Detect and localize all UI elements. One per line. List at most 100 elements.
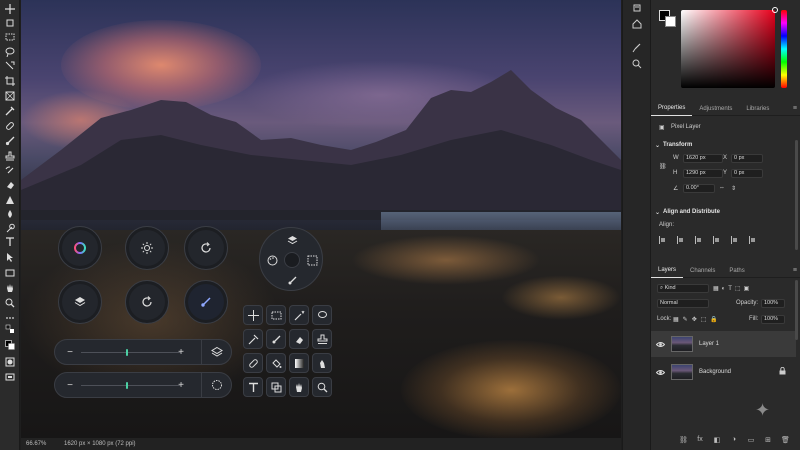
tab-properties[interactable]: Properties [651, 102, 693, 116]
type-tool-icon[interactable] [2, 235, 18, 249]
swap-colors-icon[interactable] [2, 322, 18, 336]
align-center-icon[interactable] [677, 236, 684, 244]
angle-field[interactable]: 0.00° [683, 184, 715, 193]
marquee-icon[interactable] [305, 253, 319, 267]
slider-thumb[interactable] [126, 382, 128, 389]
y-field[interactable]: 0 px [731, 169, 763, 178]
tab-paths[interactable]: Paths [722, 264, 751, 278]
radial-tool-wheel[interactable] [259, 227, 323, 291]
smudge-tool-button[interactable] [312, 353, 332, 373]
layer-filter-dropdown[interactable]: ⌕ Kind [657, 284, 709, 293]
brush-settings-icon[interactable] [631, 42, 643, 54]
type-tool-button[interactable] [243, 377, 263, 397]
home-icon[interactable] [631, 18, 643, 30]
lasso-tool-button[interactable] [312, 305, 332, 325]
plus-icon[interactable]: + [175, 379, 187, 391]
slider-track[interactable] [81, 385, 181, 386]
slider-end-button[interactable] [201, 373, 231, 397]
brightness-dial[interactable] [125, 226, 169, 270]
link-dimensions-icon[interactable]: ⛓ [659, 163, 667, 170]
eyedropper-tool-icon[interactable] [2, 104, 18, 118]
spot-heal-tool-icon[interactable] [2, 119, 18, 133]
eraser-tool-button[interactable] [289, 329, 309, 349]
heal-tool-button[interactable] [243, 353, 263, 373]
gradient-tool-icon[interactable] [2, 193, 18, 207]
marquee-tool-icon[interactable] [2, 30, 18, 44]
group-folder-icon[interactable]: ▭ [747, 436, 755, 444]
blend-mode-dropdown[interactable]: Normal [657, 299, 709, 308]
tab-libraries[interactable]: Libraries [739, 102, 776, 116]
path-select-tool-icon[interactable] [2, 250, 18, 264]
color-dial[interactable] [58, 226, 102, 270]
slider-track[interactable] [81, 352, 181, 353]
color-picker-field[interactable] [681, 7, 778, 88]
align-middle-icon[interactable] [731, 236, 738, 244]
delete-layer-icon[interactable]: 🗑 [781, 436, 790, 444]
layer-row-layer-1[interactable]: Layer 1 [651, 331, 796, 357]
shape-tool-icon[interactable] [2, 266, 18, 280]
wheel-center[interactable] [284, 252, 300, 268]
rotate-dial-2[interactable] [125, 280, 169, 324]
palette-icon[interactable] [265, 253, 279, 267]
transform-tool-button[interactable] [266, 377, 286, 397]
rotate-dial[interactable] [184, 226, 228, 270]
align-bottom-icon[interactable] [749, 236, 756, 244]
filter-icons[interactable]: ▦◐T⬚▣ [713, 285, 752, 292]
brush-tool-button[interactable] [266, 329, 286, 349]
move-tool-icon[interactable] [2, 2, 18, 16]
screen-mode-icon[interactable] [2, 370, 18, 384]
gradient-tool-button[interactable] [289, 353, 309, 373]
add-mask-icon[interactable]: ◧ [713, 436, 721, 444]
tab-layers[interactable]: Layers [651, 264, 684, 278]
slider-thumb[interactable] [126, 349, 128, 356]
layers-icon[interactable] [285, 233, 299, 247]
eyedropper-button[interactable] [243, 329, 263, 349]
quick-mask-icon[interactable] [2, 355, 18, 369]
align-right-icon[interactable] [695, 236, 702, 244]
image-canvas[interactable]: − + − + [21, 0, 621, 438]
tab-channels[interactable]: Channels [683, 264, 722, 278]
color-swatches[interactable] [659, 10, 677, 28]
history-icon[interactable] [631, 2, 643, 14]
brush-tool-icon[interactable] [2, 134, 18, 148]
x-field[interactable]: 0 px [731, 154, 763, 163]
document-info[interactable]: 1620 px × 1080 px (72 ppi) [64, 441, 136, 447]
minus-icon[interactable]: − [64, 379, 76, 391]
opacity-slider[interactable]: − + [54, 339, 232, 365]
hand-tool-button[interactable] [289, 377, 309, 397]
brush-dial[interactable] [184, 280, 228, 324]
artboard-tool-icon[interactable] [2, 16, 18, 30]
hand-tool-icon[interactable] [2, 281, 18, 295]
link-layers-icon[interactable]: ⛓ [679, 436, 688, 444]
history-brush-tool-icon[interactable] [2, 164, 18, 178]
brush-icon[interactable] [285, 273, 299, 287]
width-field[interactable]: 1620 px [683, 154, 723, 163]
flip-horizontal-icon[interactable]: ⇔ [719, 185, 725, 191]
align-top-icon[interactable] [713, 236, 720, 244]
clone-source-icon[interactable] [631, 58, 643, 70]
dodge-tool-icon[interactable] [2, 221, 18, 235]
crop-tool-icon[interactable] [2, 74, 18, 88]
chevron-down-icon[interactable]: ⌄ [655, 142, 660, 149]
layer-name[interactable]: Layer 1 [699, 341, 719, 347]
object-select-tool-icon[interactable] [2, 59, 18, 73]
marquee-tool-button[interactable] [266, 305, 286, 325]
fill-field[interactable]: 100% [761, 315, 785, 324]
tab-adjustments[interactable]: Adjustments [692, 102, 739, 116]
zoom-tool-button[interactable] [312, 377, 332, 397]
eye-icon[interactable] [651, 340, 669, 349]
transform-heading[interactable]: Transform [663, 142, 692, 148]
layers-scrollbar[interactable] [795, 280, 798, 340]
background-color-swatch[interactable] [665, 16, 676, 27]
new-layer-icon[interactable]: ⊞ [764, 436, 772, 444]
minus-icon[interactable]: − [64, 346, 76, 358]
fx-icon[interactable]: fx [696, 436, 704, 444]
properties-scrollbar[interactable] [795, 140, 798, 250]
stamp-tool-button[interactable] [312, 329, 332, 349]
lock-icons[interactable]: ▦✎✥⬚🔒 [673, 316, 722, 323]
align-left-icon[interactable] [659, 236, 666, 244]
eye-icon[interactable] [651, 368, 669, 377]
clone-stamp-tool-icon[interactable] [2, 149, 18, 163]
magic-wand-button[interactable] [289, 305, 309, 325]
layer-name[interactable]: Background [699, 369, 731, 375]
